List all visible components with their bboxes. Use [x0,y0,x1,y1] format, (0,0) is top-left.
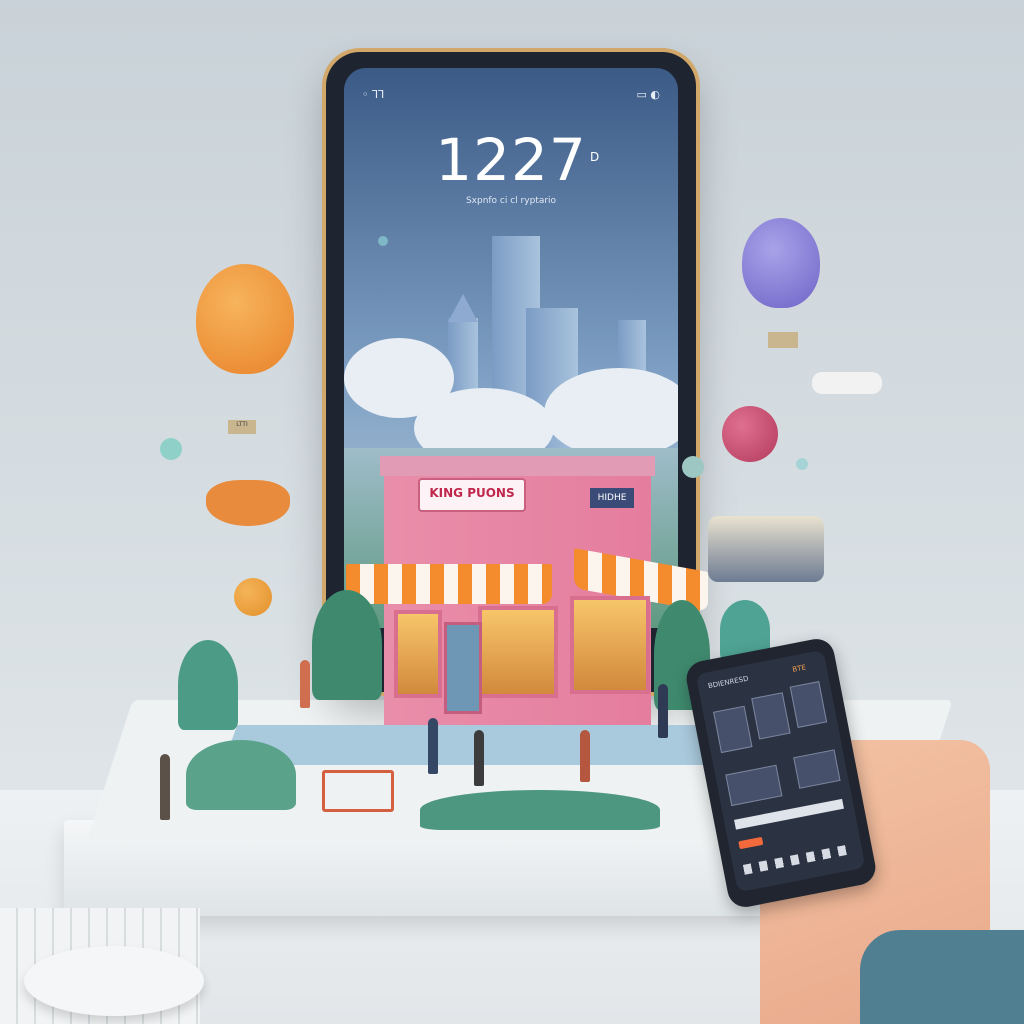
floating-sphere [722,406,778,462]
app-thumbnail[interactable] [789,681,828,728]
person-figure [580,730,590,782]
shrub-row [420,790,660,830]
store-roof [380,456,655,476]
shop-window [394,610,442,698]
person-figure [658,684,668,738]
app-thumbnail[interactable] [793,749,841,789]
floating-sphere [234,578,272,616]
search-bar[interactable] [734,798,844,830]
app-thumbnail[interactable] [725,764,783,807]
floating-sphere [796,458,808,470]
shop-window [478,606,558,698]
plant [178,640,238,730]
person-figure [300,660,310,708]
floating-orb [378,236,388,246]
hot-air-balloon-purple [742,218,820,308]
floating-sphere [160,438,182,460]
status-bar-left: ◦ ⅂⅂ [362,88,385,101]
floating-sphere [682,456,704,478]
shop-window [570,596,650,694]
person-figure [474,730,484,786]
icon-row[interactable] [742,843,853,875]
clock-subtitle: Sxpnfo ci cl ryptario [465,196,557,206]
store-sign-text: KING PUONS [429,486,515,500]
balloon-basket: LTTI [228,420,256,434]
app-thumbnail[interactable] [713,705,753,754]
tower-spire [448,294,478,322]
action-button[interactable] [738,836,764,850]
sleeve [860,930,1024,1024]
basket-label: LTTI [236,421,248,428]
computer-mouse [24,946,204,1016]
flying-vehicle [206,480,290,526]
person-figure [428,718,438,774]
shrub [312,590,382,700]
shopping-cart-icon [322,770,394,812]
storefront: KING PUONS HIDHE [346,456,708,726]
store-side-sign: HIDHE [590,488,634,508]
person-figure [160,754,170,820]
clock-suffix: D [590,150,600,164]
app-badge[interactable]: BTE [792,663,807,673]
lock-screen-clock: 1227 [435,126,587,194]
airplane-icon [812,372,882,394]
handheld-phone-screen: BDIENRESD BTE [695,649,866,893]
front-awning [346,564,552,604]
status-bar-right: ▭ ◐ [636,88,661,101]
hot-air-balloon-orange [196,264,294,374]
app-thumbnail[interactable] [751,692,791,740]
plant [186,740,296,810]
store-sign: KING PUONS [418,478,526,512]
shop-door [444,622,482,714]
flying-van [708,516,824,582]
balloon-basket [768,332,798,348]
app-title: BDIENRESD [707,674,750,691]
